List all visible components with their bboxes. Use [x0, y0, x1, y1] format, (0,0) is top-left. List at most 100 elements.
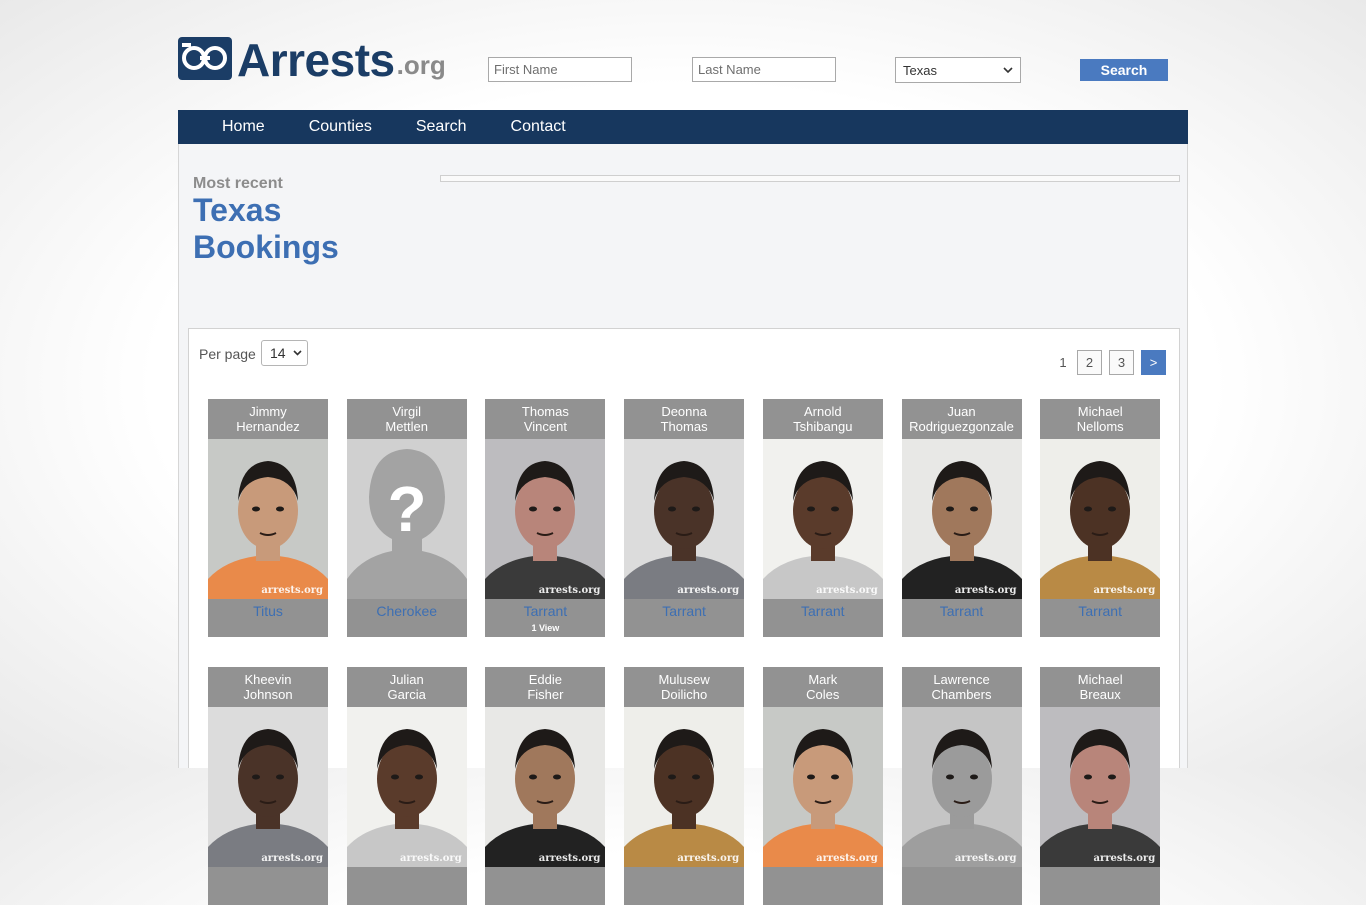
watermark-label: arrests.org [538, 585, 601, 596]
mugshot-image[interactable]: arrests.org [208, 439, 328, 599]
watermark-label: arrests.org [261, 853, 323, 864]
mugshot-face-icon [1040, 707, 1161, 867]
mugshot-face-icon [901, 707, 1022, 867]
booking-card[interactable]: Thomas Vincent arrests.org Tarrant 1 Vie… [485, 399, 606, 637]
next-page-button[interactable]: > [1141, 350, 1166, 375]
booking-card[interactable]: Arnold Tshibangu arrests.org Tarrant [762, 399, 883, 637]
inmate-name[interactable]: Mulusew Doilicho [624, 667, 744, 707]
nav-item-contact[interactable]: Contact [489, 110, 588, 144]
inmate-first-name: Juan [947, 404, 976, 419]
mugshot-image[interactable]: arrests.org [624, 439, 745, 599]
booking-card[interactable]: Michael Nelloms arrests.org Tarrant [1040, 399, 1161, 637]
booking-card[interactable]: Michael Breaux arrests.org [1040, 667, 1161, 905]
pagination: 1 2 3 > [1056, 350, 1166, 375]
inmate-last-name: Rodriguezgonzale [909, 419, 1014, 434]
inmate-name[interactable]: Virgil Mettlen [347, 399, 467, 439]
inmate-name[interactable]: Juan Rodriguezgonzale [902, 399, 1022, 439]
per-page-value: 14 [270, 345, 286, 361]
page-2-button[interactable]: 2 [1077, 350, 1102, 375]
chevron-down-icon [293, 350, 302, 356]
per-page-select[interactable]: 14 [261, 340, 308, 366]
bookings-listing: Per page 14 1 2 3 > Jimmy Hernandez arre… [188, 328, 1180, 905]
mugshot-image[interactable]: arrests.org [901, 439, 1022, 599]
state-select[interactable]: Texas [895, 57, 1021, 83]
mugshot-image[interactable]: arrests.org [485, 707, 606, 867]
booking-card[interactable]: Jimmy Hernandez arrests.org Titus [208, 399, 328, 637]
mugshot-face-icon [208, 439, 328, 599]
inmate-last-name: Fisher [527, 687, 564, 702]
county-link[interactable]: Titus [208, 603, 328, 619]
inmate-first-name: Mulusew [658, 672, 710, 687]
nav-item-home[interactable]: Home [200, 110, 287, 144]
booking-card[interactable]: Juan Rodriguezgonzale arrests.org Tarran… [901, 399, 1022, 637]
inmate-name[interactable]: Arnold Tshibangu [763, 399, 883, 439]
inmate-name[interactable]: Thomas Vincent [485, 399, 605, 439]
nav-item-counties[interactable]: Counties [287, 110, 394, 144]
inmate-first-name: Julian [389, 672, 424, 687]
inmate-name[interactable]: Michael Breaux [1040, 667, 1160, 707]
last-name-input[interactable] [692, 57, 836, 82]
watermark-label: arrests.org [677, 585, 740, 596]
main-panel: Most recent Texas Bookings Per page 14 1… [178, 144, 1188, 905]
inmate-last-name: Mettlen [385, 419, 428, 434]
inmate-name[interactable]: Jimmy Hernandez [208, 399, 328, 439]
inmate-name[interactable]: Eddie Fisher [485, 667, 605, 707]
svg-text:?: ? [387, 473, 426, 545]
nav-item-search[interactable]: Search [394, 110, 489, 144]
inmate-name[interactable]: Deonna Thomas [624, 399, 744, 439]
mugshot-image[interactable]: arrests.org [208, 707, 328, 867]
page-subtitle: Most recent [193, 175, 283, 192]
watermark-label: arrests.org [954, 585, 1017, 596]
watermark-label: arrests.org [261, 585, 323, 596]
inmate-first-name: Thomas [521, 404, 569, 419]
inmate-name[interactable]: Kheevin Johnson [208, 667, 328, 707]
inmate-first-name: Lawrence [933, 672, 990, 687]
inmate-last-name: Garcia [387, 687, 426, 702]
mugshot-image[interactable]: arrests.org [1040, 439, 1161, 599]
inmate-name[interactable]: Michael Nelloms [1040, 399, 1160, 439]
search-button[interactable]: Search [1080, 59, 1168, 81]
inmate-name[interactable]: Mark Coles [763, 667, 883, 707]
mugshot-image[interactable]: arrests.org [762, 707, 883, 867]
booking-card[interactable]: Virgil Mettlen ? Cherokee [346, 399, 467, 637]
first-name-input[interactable] [488, 57, 632, 82]
page-3-button[interactable]: 3 [1109, 350, 1134, 375]
booking-card[interactable]: Deonna Thomas arrests.org Tarrant [624, 399, 745, 637]
inmate-first-name: Michael [1077, 672, 1123, 687]
page-current: 1 [1059, 355, 1067, 370]
mugshot-image[interactable]: arrests.org [762, 439, 883, 599]
mugshot-face-icon [346, 707, 467, 867]
booking-card[interactable]: Julian Garcia arrests.org [346, 667, 467, 905]
mugshot-face-icon [624, 439, 745, 599]
county-link[interactable]: Tarrant [485, 603, 605, 619]
booking-card[interactable]: Lawrence Chambers arrests.org [901, 667, 1022, 905]
inmate-name[interactable]: Lawrence Chambers [902, 667, 1022, 707]
mugshot-image[interactable]: arrests.org [346, 707, 467, 867]
inmate-name[interactable]: Julian Garcia [347, 667, 467, 707]
county-link[interactable]: Tarrant [1040, 603, 1160, 619]
mugshot-image[interactable]: arrests.org [624, 707, 745, 867]
site-logo[interactable]: Arrests .org [178, 36, 446, 83]
mugshot-face-icon [485, 439, 606, 599]
inmate-first-name: Mark [808, 672, 838, 687]
mugshot-image[interactable]: arrests.org [901, 707, 1022, 867]
mugshot-image[interactable]: arrests.org [1040, 707, 1161, 867]
mugshot-image[interactable]: ? [346, 439, 467, 599]
booking-card[interactable]: Kheevin Johnson arrests.org [208, 667, 328, 905]
county-link[interactable]: Tarrant [763, 603, 883, 619]
inmate-last-name: Nelloms [1076, 419, 1124, 434]
mugshot-image[interactable]: arrests.org [485, 439, 606, 599]
state-select-value: Texas [903, 62, 937, 78]
county-link[interactable]: Tarrant [902, 603, 1022, 619]
booking-card[interactable]: Eddie Fisher arrests.org [485, 667, 606, 905]
booking-card[interactable]: Mulusew Doilicho arrests.org [624, 667, 745, 905]
watermark-label: arrests.org [538, 853, 601, 864]
county-link[interactable]: Cherokee [347, 603, 467, 619]
county-link[interactable]: Tarrant [624, 603, 744, 619]
watermark-label: arrests.org [954, 853, 1017, 864]
booking-card[interactable]: Mark Coles arrests.org [762, 667, 883, 905]
logo-extension: .org [396, 50, 446, 80]
inmate-first-name: Virgil [392, 404, 422, 419]
inmate-first-name: Eddie [528, 672, 563, 687]
watermark-label: arrests.org [1093, 853, 1156, 864]
